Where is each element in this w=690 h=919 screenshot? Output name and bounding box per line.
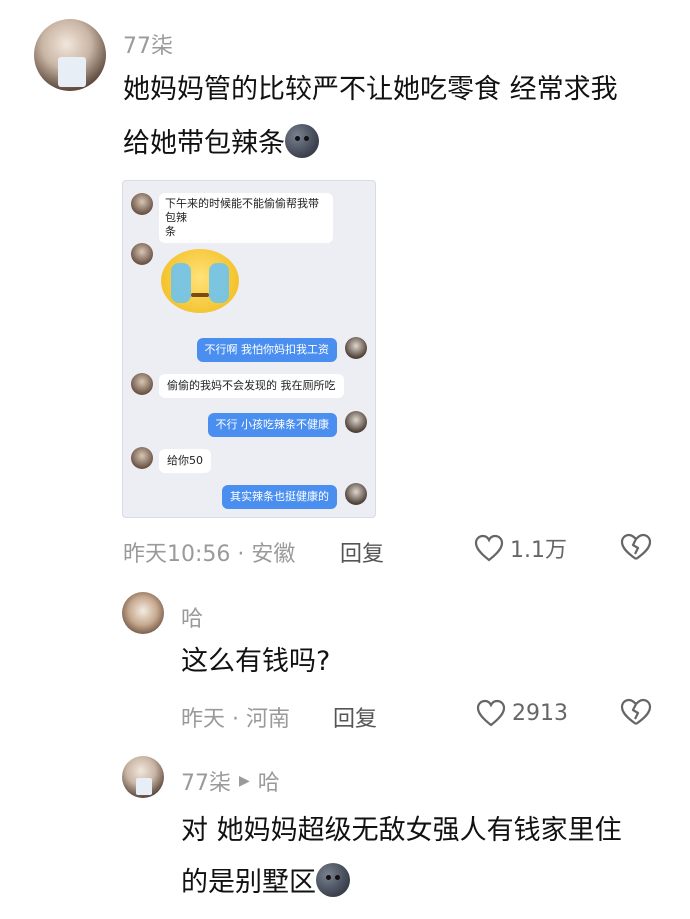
- comment-text-line: 给她带包辣条: [123, 121, 663, 167]
- comment-text-line: 对 她妈妈超级无敌女强人有钱家里住: [181, 815, 622, 846]
- comment-text-line: 她妈妈管的比较严不让她吃零食 经常求我: [123, 74, 618, 105]
- avatar[interactable]: [122, 756, 164, 798]
- avatar: [131, 373, 153, 395]
- like-button[interactable]: 1.1万: [474, 532, 567, 564]
- chat-bubble: 其实辣条也挺健康的: [222, 485, 337, 509]
- chat-bubble: 不行 小孩吃辣条不健康: [207, 413, 337, 437]
- chat-bubble: 偷偷的我妈不会发现的 我在厕所吃: [159, 374, 344, 398]
- like-button[interactable]: 2913: [476, 697, 568, 729]
- comment-text: 对 她妈妈超级无敌女强人有钱家里住 的是别墅区: [181, 808, 671, 906]
- reply-to-author[interactable]: 哈: [258, 765, 280, 797]
- avatar: [131, 243, 153, 265]
- chat-bubble-text: 下午来的时候能不能偷偷帮我带包辣: [165, 197, 319, 224]
- broken-heart-icon[interactable]: [620, 697, 652, 727]
- avatar[interactable]: [34, 19, 106, 91]
- chat-bubble-text: 条: [165, 225, 176, 238]
- heart-icon: [476, 699, 506, 727]
- moon-face-icon: [285, 124, 319, 158]
- comment-meta: 昨天10:56 · 安徽: [123, 542, 296, 567]
- chat-screenshot-image[interactable]: 下午来的时候能不能偷偷帮我带包辣 条 不行啊 我怕你妈扣我工资 偷偷的我妈不会发…: [122, 180, 376, 518]
- comment-author-line: 77柒 ▶ 哈: [181, 765, 280, 797]
- comment-text-line: 的是别墅区: [181, 860, 671, 906]
- comment-meta: 昨天 · 河南: [181, 707, 290, 732]
- like-count: 1.1万: [510, 538, 567, 563]
- chat-bubble: 不行啊 我怕你妈扣我工资: [196, 338, 337, 362]
- reply-button[interactable]: 回复: [333, 701, 377, 733]
- comment-text: 她妈妈管的比较严不让她吃零食 经常求我 给她带包辣条: [123, 67, 663, 167]
- crying-face-icon: [161, 249, 239, 313]
- avatar: [131, 193, 153, 215]
- avatar[interactable]: [122, 592, 164, 634]
- avatar: [131, 447, 153, 469]
- comment-text: 这么有钱吗?: [181, 646, 331, 677]
- broken-heart-icon[interactable]: [620, 532, 652, 562]
- comment-text-tail: 给她带包辣条: [123, 128, 285, 159]
- chat-bubble: 下午来的时候能不能偷偷帮我带包辣 条: [159, 193, 333, 243]
- avatar: [345, 337, 367, 359]
- comment-author[interactable]: 77柒: [123, 28, 173, 60]
- reply-button[interactable]: 回复: [340, 536, 384, 568]
- comment-author[interactable]: 哈: [181, 601, 203, 633]
- avatar: [345, 411, 367, 433]
- reply-arrow-icon: ▶: [239, 773, 250, 789]
- like-count: 2913: [512, 700, 568, 726]
- chat-bubble: 给你50: [159, 449, 211, 473]
- moon-face-icon: [316, 863, 350, 897]
- comment-text-tail: 的是别墅区: [181, 867, 316, 898]
- avatar: [345, 483, 367, 505]
- heart-icon: [474, 534, 504, 562]
- comment-author[interactable]: 77柒: [181, 765, 231, 797]
